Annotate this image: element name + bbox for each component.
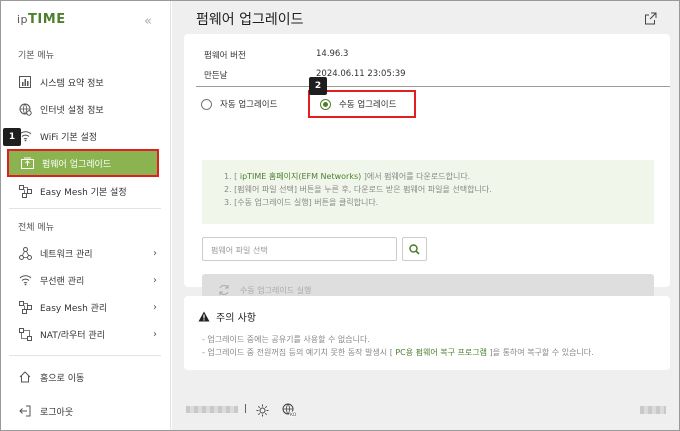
basic-menu-title: 기본 메뉴: [18, 51, 54, 61]
mesh-icon: [18, 184, 32, 198]
radio-circle[interactable]: [201, 98, 212, 110]
sidebar-item-wireless[interactable]: 무선랜 관리 ›: [18, 270, 161, 290]
svg-text:KO: KO: [290, 412, 296, 417]
sidebar-item-label: 인터넷 설정 정보: [40, 105, 104, 116]
radio-auto-label: 자동 업그레이드: [220, 100, 278, 110]
sidebar-item-label: Easy Mesh 관리: [40, 303, 108, 314]
sidebar-item-label: 펌웨어 업그레이드: [42, 159, 112, 170]
file-search-button[interactable]: [402, 237, 427, 261]
home-icon: [18, 370, 32, 384]
sidebar-item-label: 무선랜 관리: [40, 276, 85, 287]
network-icon: [18, 246, 32, 260]
caution-title: 주의 사항: [198, 309, 256, 324]
firmware-version-label: 펌웨어 버전: [204, 51, 246, 61]
chevron-right-icon: ›: [153, 274, 157, 286]
footer-separator: |: [244, 404, 248, 414]
firmware-file-input[interactable]: 펌웨어 파일 선택: [202, 237, 397, 261]
sidebar-item-label: 네트워크 관리: [40, 249, 93, 260]
mesh-icon: [18, 300, 32, 314]
collapse-sidebar-icon[interactable]: «: [144, 14, 152, 29]
sidebar-item-wifi-basic[interactable]: WiFi 기본 설정: [18, 126, 161, 146]
router-icon: [18, 327, 32, 341]
globe-settings-icon: [18, 102, 32, 116]
sidebar-item-easy-mesh[interactable]: Easy Mesh 관리 ›: [18, 297, 161, 317]
sidebar-item-firmware-upgrade[interactable]: 펌웨어 업그레이드: [7, 149, 159, 177]
warning-icon: [198, 311, 210, 322]
home-link[interactable]: 홈으로 이동: [18, 367, 161, 387]
sidebar-divider: [9, 355, 161, 356]
recovery-program-link[interactable]: PC용 펌웨어 복구 프로그램: [395, 348, 487, 357]
sidebar-item-nat-router[interactable]: NAT/라우터 관리 ›: [18, 324, 161, 344]
instructions-box: 1. [ ipTIME 홈페이지(EFM Networks) ]에서 펌웨어를 …: [202, 160, 654, 224]
sun-icon[interactable]: [256, 402, 269, 421]
sidebar-item-label: Easy Mesh 기본 설정: [40, 187, 127, 198]
wifi-icon: [18, 273, 32, 287]
globe-ko-icon[interactable]: KO: [282, 402, 297, 421]
iptime-logo[interactable]: ipTIME: [17, 12, 66, 27]
main-content: 펌웨어 업그레이드 펌웨어 버전 14.96.3 만든날 2024.06.11 …: [172, 1, 679, 430]
sidebar-divider: [9, 208, 161, 209]
blurred-footer-text: [186, 406, 238, 413]
instruction-line: 2. [펌웨어 파일 선택] 버튼을 누른 후, 다운로드 받은 펌웨어 파일을…: [224, 185, 492, 194]
refresh-icon: [218, 284, 230, 296]
firmware-upgrade-icon: [20, 156, 34, 170]
home-label: 홈으로 이동: [40, 373, 85, 384]
blurred-footer-text: [640, 406, 666, 414]
chevron-right-icon: ›: [153, 301, 157, 313]
instruction-line: 1. [ ipTIME 홈페이지(EFM Networks) ]에서 펌웨어를 …: [224, 172, 471, 181]
firmware-version-value: 14.96.3: [316, 49, 349, 59]
sidebar-item-network[interactable]: 네트워크 관리 ›: [18, 243, 161, 263]
chevron-right-icon: ›: [153, 247, 157, 259]
sidebar-item-label: 시스템 요약 정보: [40, 78, 104, 89]
instruction-line: 3. [수동 업그레이드 실행] 버튼을 클릭합니다.: [224, 198, 379, 207]
logout-link[interactable]: 로그아웃: [18, 401, 161, 421]
search-icon: [409, 243, 420, 255]
build-date-label: 만든날: [204, 71, 228, 81]
bar-chart-icon: [18, 75, 32, 89]
export-icon[interactable]: [644, 10, 657, 29]
chevron-right-icon: ›: [153, 328, 157, 340]
sidebar: ipTIME « 기본 메뉴 시스템 요약 정보 인터넷 설정 정보 WiFi …: [1, 1, 171, 430]
caution-line: - 업그레이드 중에는 공유기를 사용할 수 없습니다.: [202, 335, 370, 344]
run-button-label: 수동 업그레이드 실행: [240, 285, 312, 295]
sidebar-item-label: WiFi 기본 설정: [40, 132, 98, 143]
callout-badge-1: 1: [3, 128, 21, 146]
sidebar-item-system-summary[interactable]: 시스템 요약 정보: [18, 72, 161, 92]
caution-line: - 업그레이드 중 전원꺼짐 등의 예기치 못한 동작 발생시 [ PC용 펌웨…: [202, 348, 594, 357]
sidebar-item-easy-mesh-basic[interactable]: Easy Mesh 기본 설정: [18, 181, 161, 201]
caution-card: 주의 사항 - 업그레이드 중에는 공유기를 사용할 수 없습니다. - 업그레…: [184, 296, 670, 370]
sidebar-item-internet-settings[interactable]: 인터넷 설정 정보: [18, 99, 161, 119]
all-menu-title: 전체 메뉴: [18, 223, 54, 233]
page-title: 펌웨어 업그레이드: [196, 12, 304, 28]
iptime-homepage-link[interactable]: ipTIME 홈페이지(EFM Networks): [240, 172, 361, 181]
logout-icon: [18, 404, 32, 418]
sidebar-item-label: NAT/라우터 관리: [40, 330, 105, 341]
info-divider: [196, 86, 670, 87]
callout-badge-2: 2: [309, 77, 327, 95]
radio-auto-upgrade[interactable]: 자동 업그레이드: [201, 98, 277, 110]
firmware-card: 펌웨어 버전 14.96.3 만든날 2024.06.11 23:05:39 자…: [184, 34, 670, 306]
logout-label: 로그아웃: [40, 407, 74, 418]
build-date-value: 2024.06.11 23:05:39: [316, 69, 406, 79]
